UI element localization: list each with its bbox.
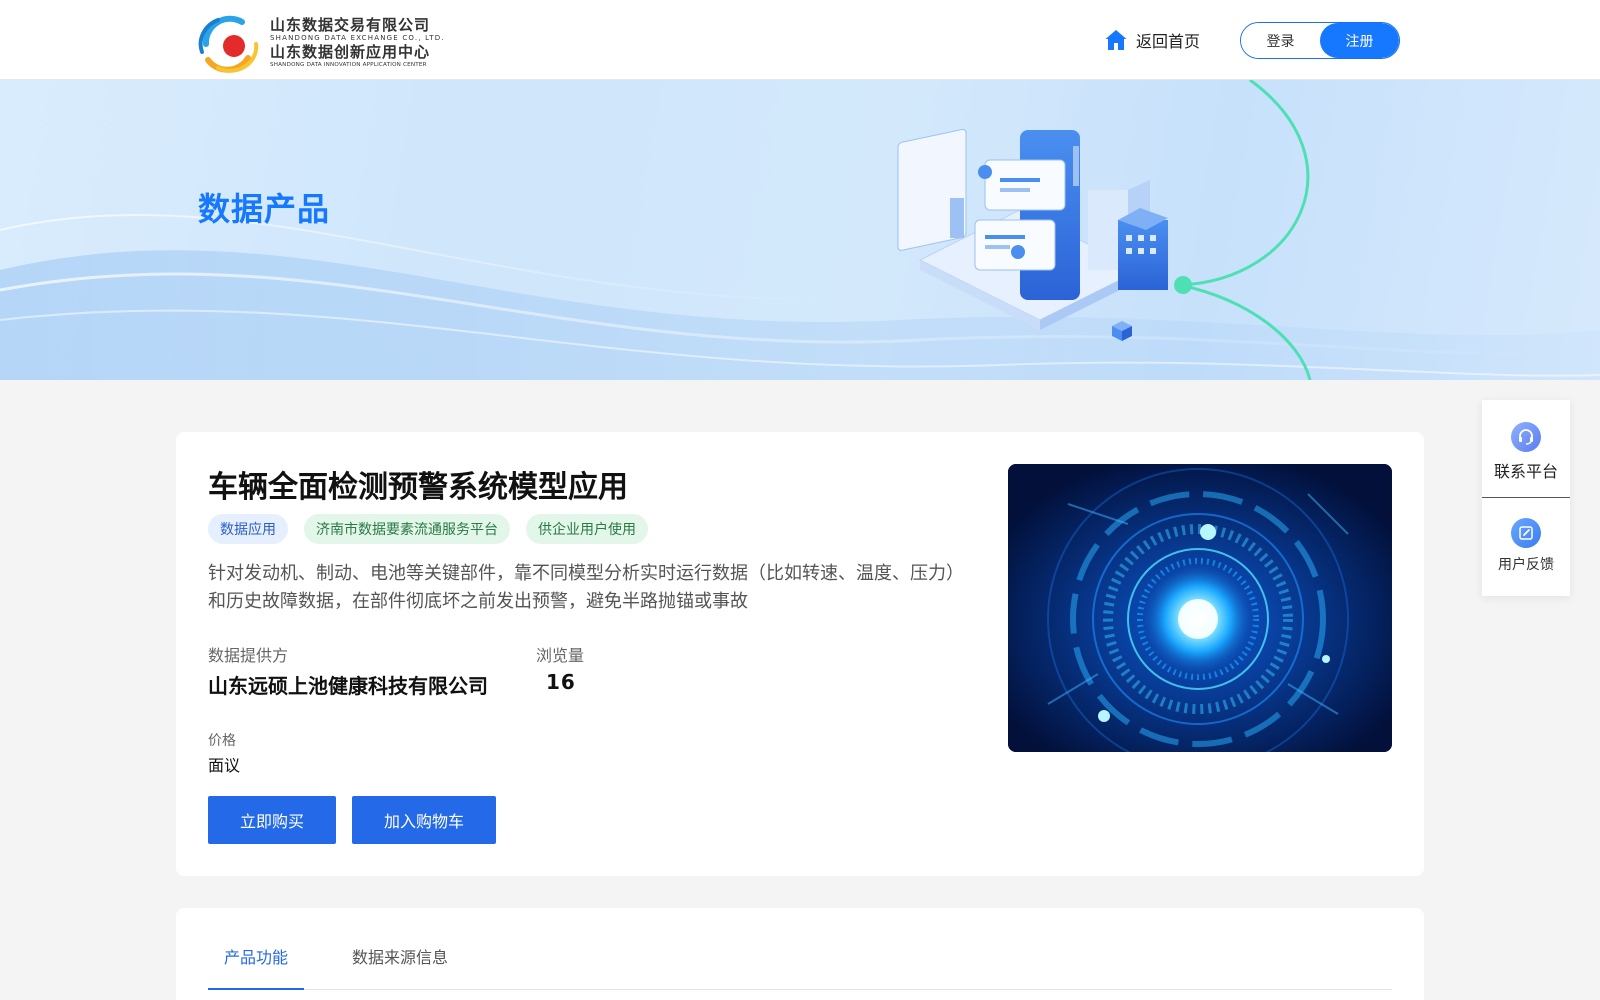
logo[interactable]: 山东数据交易有限公司 SHANDONG DATA EXCHANGE CO., L… [198, 12, 458, 76]
price-value: 面议 [208, 756, 241, 775]
top-header: 山东数据交易有限公司 SHANDONG DATA EXCHANGE CO., L… [0, 0, 1600, 80]
logo-center-name: 山东数据创新应用中心 [270, 43, 431, 61]
views-value: 16 [546, 670, 576, 694]
logo-mark-icon [198, 15, 259, 73]
price-label: 价格 [208, 733, 236, 749]
logo-center-name-en: SHANDONG DATA INNOVATION APPLICATION CEN… [270, 62, 427, 68]
logo-company-name-en: SHANDONG DATA EXCHANGE CO., LTD. [270, 34, 445, 42]
logo-company-name: 山东数据交易有限公司 [270, 16, 431, 34]
home-link-label: 返回首页 [1136, 32, 1201, 51]
active-tab-indicator [208, 988, 304, 990]
tab-data-source[interactable]: 数据来源信息 [352, 938, 448, 990]
tag-platform: 济南市数据要素流通服务平台 [304, 514, 510, 544]
product-description: 针对发动机、制动、电池等关键部件，靠不同模型分析实时运行数据（比如转速、温度、压… [208, 563, 964, 612]
add-to-cart-button[interactable]: 加入购物车 [352, 796, 496, 844]
home-icon [1105, 30, 1127, 50]
tag-audience: 供企业用户使用 [526, 514, 648, 544]
user-feedback-label: 用户反馈 [1498, 557, 1554, 573]
panel-divider [1482, 497, 1570, 498]
register-button[interactable]: 注册 [1320, 23, 1399, 58]
banner-illustration [0, 80, 1600, 380]
tab-product-features[interactable]: 产品功能 [224, 938, 288, 990]
product-tags: 数据应用 济南市数据要素流通服务平台 供企业用户使用 [208, 514, 648, 544]
edit-icon [1511, 518, 1541, 548]
provider-label: 数据提供方 [208, 646, 289, 665]
banner-title: 数据产品 [198, 190, 331, 228]
product-title: 车辆全面检测预警系统模型应用 [208, 470, 628, 505]
views-label: 浏览量 [536, 646, 585, 665]
home-link[interactable]: 返回首页 [1104, 26, 1200, 54]
user-feedback-button[interactable]: 用户反馈 [1482, 518, 1570, 574]
contact-platform-label: 联系平台 [1493, 462, 1558, 481]
page-banner: 数据产品 [0, 80, 1600, 380]
product-image [1008, 464, 1392, 752]
contact-platform-button[interactable]: 联系平台 [1482, 422, 1570, 482]
detail-tabs: 产品功能 数据来源信息 [208, 938, 1392, 990]
product-image-graphic [1008, 464, 1392, 752]
provider-value: 山东远硕上池健康科技有限公司 [208, 674, 488, 698]
product-card: 车辆全面检测预警系统模型应用 数据应用 济南市数据要素流通服务平台 供企业用户使… [176, 432, 1424, 876]
detail-tabs-card: 产品功能 数据来源信息 [176, 908, 1424, 1000]
login-button[interactable]: 登录 [1241, 23, 1320, 58]
headset-icon [1511, 422, 1541, 452]
auth-buttons: 登录 注册 [1240, 22, 1400, 59]
floating-side-panel: 联系平台 用户反馈 [1482, 400, 1570, 596]
buy-now-button[interactable]: 立即购买 [208, 796, 336, 844]
tag-category: 数据应用 [208, 514, 288, 544]
